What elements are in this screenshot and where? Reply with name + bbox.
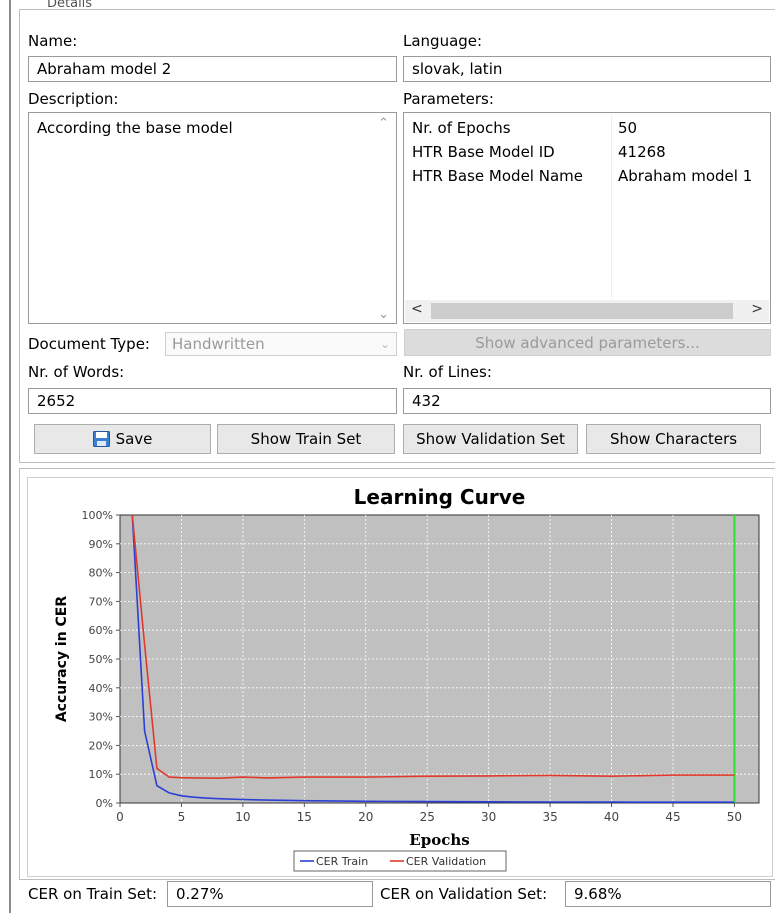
document-type-label: Document Type: <box>28 335 150 353</box>
save-label: Save <box>115 430 153 448</box>
show-train-set-button[interactable]: Show Train Set <box>217 424 395 454</box>
description-text: According the base model <box>37 119 233 137</box>
floppy-disk-icon <box>92 431 110 447</box>
y-axis-label: Accuracy in CER <box>54 596 70 723</box>
scroll-up-icon[interactable]: ⌃ <box>378 116 389 131</box>
nr-lines-field[interactable]: 432 <box>403 388 771 414</box>
param-value: Abraham model 1 <box>618 167 753 185</box>
nr-words-label: Nr. of Words: <box>28 363 125 381</box>
description-textarea[interactable]: According the base model ⌃ ⌄ <box>28 112 397 324</box>
legend-label-train: CER Train <box>316 855 368 868</box>
cer-train-label: CER on Train Set: <box>28 885 158 903</box>
y-tick-label: 100% <box>82 509 113 522</box>
x-tick-label: 40 <box>604 810 619 824</box>
language-field[interactable]: slovak, latin <box>403 56 771 82</box>
y-tick-label: 20% <box>89 739 113 752</box>
column-divider <box>611 115 612 298</box>
show-characters-label: Show Characters <box>609 430 738 448</box>
nr-words-value: 2652 <box>37 392 76 410</box>
show-validation-set-label: Show Validation Set <box>416 430 565 448</box>
param-key: Nr. of Epochs <box>412 119 511 137</box>
show-characters-button[interactable]: Show Characters <box>586 424 761 454</box>
y-tick-label: 30% <box>89 711 113 724</box>
param-key: HTR Base Model Name <box>412 167 583 185</box>
x-tick-label: 35 <box>542 810 557 824</box>
chart-title: Learning Curve <box>354 485 526 509</box>
y-tick-label: 40% <box>89 682 113 695</box>
cer-train-field[interactable]: 0.27% <box>167 881 373 907</box>
cer-validation-value: 9.68% <box>574 885 622 903</box>
horizontal-scrollbar[interactable]: < > <box>405 300 769 322</box>
window-left-border <box>9 0 11 913</box>
nr-words-field[interactable]: 2652 <box>28 388 397 414</box>
document-type-select[interactable]: Handwritten ⌄ <box>165 332 397 356</box>
y-tick-label: 0% <box>96 797 113 810</box>
show-train-set-label: Show Train Set <box>250 430 362 448</box>
x-tick-label: 5 <box>178 810 186 824</box>
nr-lines-label: Nr. of Lines: <box>403 363 492 381</box>
y-tick-label: 80% <box>89 567 113 580</box>
scroll-down-icon[interactable]: ⌄ <box>378 307 389 322</box>
show-validation-set-button[interactable]: Show Validation Set <box>403 424 578 454</box>
scroll-left-icon[interactable]: < <box>411 301 423 317</box>
show-advanced-label: Show advanced parameters... <box>475 333 700 352</box>
param-key: HTR Base Model ID <box>412 143 555 161</box>
x-tick-label: 45 <box>665 810 680 824</box>
y-tick-label: 70% <box>89 595 113 608</box>
param-value: 50 <box>618 119 638 137</box>
y-tick-label: 60% <box>89 624 113 637</box>
chevron-down-icon: ⌄ <box>379 337 390 351</box>
param-value: 41268 <box>618 143 666 161</box>
scroll-right-icon[interactable]: > <box>751 301 763 317</box>
nr-lines-value: 432 <box>412 392 441 410</box>
parameters-table[interactable]: Nr. of Epochs 50 HTR Base Model ID 41268… <box>403 112 771 324</box>
language-label: Language: <box>403 32 483 50</box>
cer-validation-label: CER on Validation Set: <box>380 885 548 903</box>
x-tick-label: 0 <box>116 810 124 824</box>
plot-area <box>119 514 760 804</box>
y-tick-label: 50% <box>89 653 113 666</box>
legend-label-validation: CER Validation <box>406 855 486 868</box>
y-tick-label: 10% <box>89 768 113 781</box>
x-tick-label: 20 <box>358 810 373 824</box>
x-tick-label: 25 <box>420 810 435 824</box>
name-field[interactable]: Abraham model 2 <box>28 56 397 82</box>
x-axis-label: Epochs <box>409 831 469 849</box>
x-tick-label: 30 <box>481 810 496 824</box>
description-label: Description: <box>28 90 119 108</box>
x-tick-label: 15 <box>297 810 312 824</box>
x-tick-label: 50 <box>727 810 742 824</box>
save-button[interactable]: Save <box>34 424 211 454</box>
cer-validation-field[interactable]: 9.68% <box>565 881 771 907</box>
details-group-title: Details <box>47 0 93 11</box>
document-type-value: Handwritten <box>172 335 265 353</box>
language-value: slovak, latin <box>412 60 503 78</box>
name-value: Abraham model 2 <box>37 60 172 78</box>
name-label: Name: <box>28 32 78 50</box>
scrollbar-thumb[interactable] <box>431 303 733 319</box>
learning-curve-chart: Learning Curve 0% 10% 20% 30% 40% 50% 60% 70% 80%… <box>54 485 760 872</box>
cer-train-value: 0.27% <box>176 885 224 903</box>
y-tick-label: 90% <box>89 538 113 551</box>
parameters-label: Parameters: <box>403 90 494 108</box>
x-tick-label: 10 <box>235 810 250 824</box>
show-advanced-parameters-button[interactable]: Show advanced parameters... <box>404 329 771 356</box>
